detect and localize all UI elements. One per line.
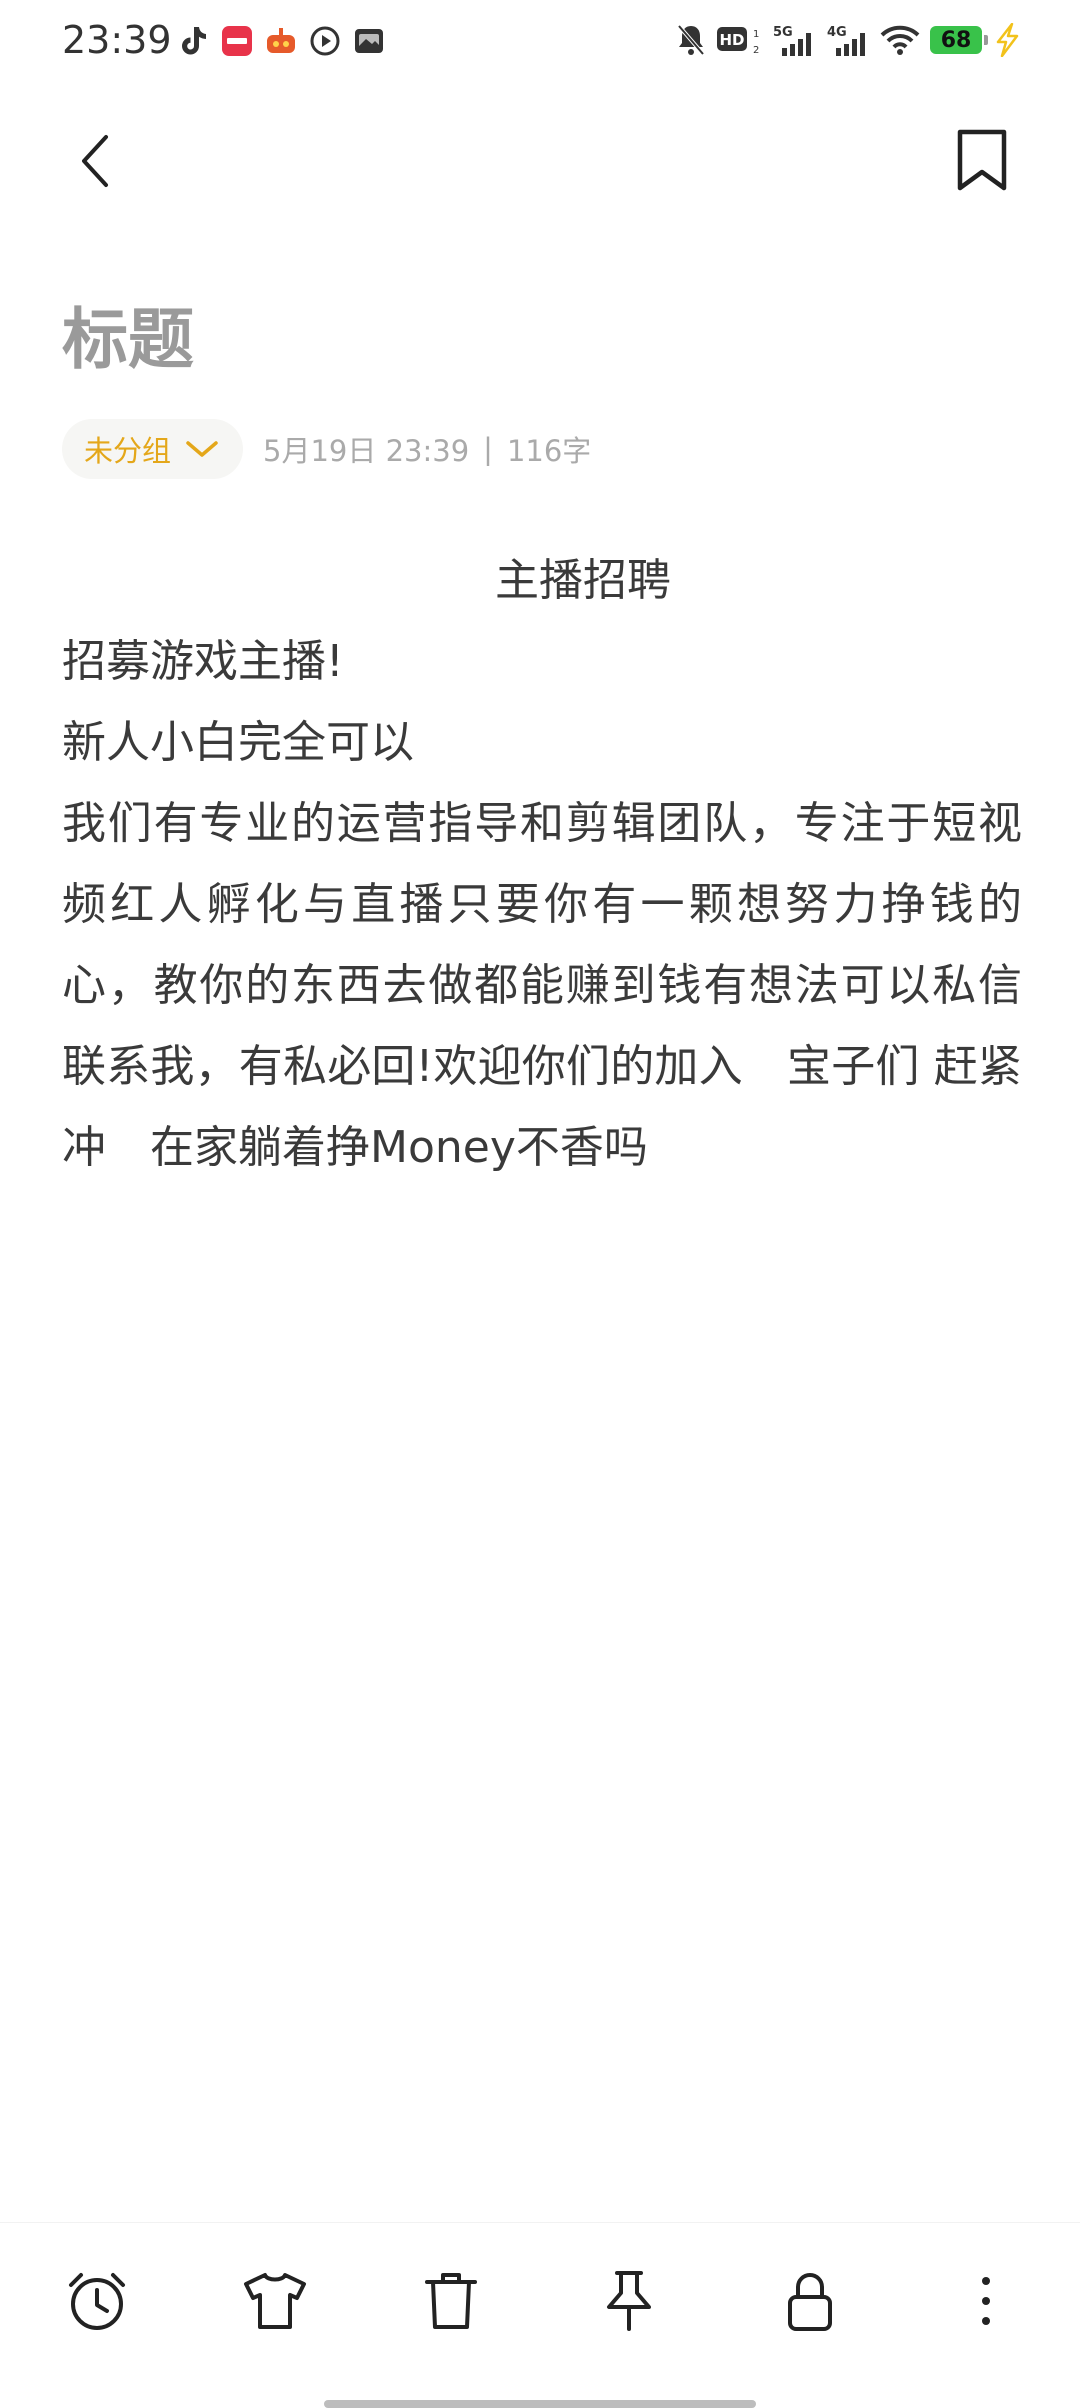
svg-text:2: 2 [753, 45, 759, 56]
svg-text:5G: 5G [773, 25, 793, 40]
top-bar [0, 100, 1080, 220]
gallery-app-icon [352, 24, 386, 58]
note-meta: 未分组 5月19日 23:39 | 116字 [62, 418, 591, 480]
status-time: 23:39 [62, 18, 172, 62]
delete-button[interactable] [415, 2265, 487, 2337]
mute-bell-icon [676, 22, 706, 58]
tiktok-icon [176, 24, 210, 58]
svg-text:HD: HD [719, 31, 744, 49]
note-date: 5月19日 23:39 [263, 434, 470, 468]
more-button[interactable] [950, 2265, 1022, 2337]
signal-5g-icon: 5G [772, 22, 816, 58]
trash-icon [425, 2273, 477, 2329]
home-indicator[interactable] [324, 2400, 756, 2408]
xiaohongshu-app-icon [220, 24, 254, 58]
battery-level: 68 [930, 26, 988, 54]
note-line-2: 新人小白完全可以 [62, 717, 414, 768]
pin-icon [607, 2271, 651, 2331]
note-paragraph: 我们有专业的运营指导和剪辑团队，专注于短视频红人孵化与直播只要你有一颗想努力挣钱… [62, 798, 1022, 1173]
lock-button[interactable] [774, 2265, 846, 2337]
more-vertical-icon [982, 2277, 990, 2325]
status-bar: 23:39 HD 1 2 5G 4G 68 [0, 0, 1080, 90]
svg-text:1: 1 [753, 29, 759, 40]
tshirt-icon [244, 2273, 306, 2329]
meta-separator: | [483, 432, 493, 466]
group-selector[interactable]: 未分组 [62, 419, 244, 479]
bookmark-button[interactable] [944, 122, 1020, 198]
chevron-down-icon [186, 441, 218, 457]
back-button[interactable] [60, 125, 132, 197]
note-info: 5月19日 23:39 | 116字 [263, 428, 591, 470]
charging-icon [992, 22, 1022, 58]
wifi-icon [880, 22, 920, 58]
reminder-button[interactable] [61, 2265, 133, 2337]
svg-text:4G: 4G [827, 25, 847, 40]
chevron-left-icon [82, 135, 108, 187]
lock-icon [788, 2273, 832, 2331]
status-system-icons: HD 1 2 5G 4G 68 [676, 22, 1022, 58]
hd-voice-icon: HD 1 2 [716, 22, 762, 58]
note-editor[interactable]: 主播招聘 招募游戏主播! 新人小白完全可以 我们有专业的运营指导和剪辑团队，专注… [62, 540, 1022, 1188]
status-notification-icons [176, 24, 386, 58]
game-app-icon [264, 24, 298, 58]
theme-button[interactable] [239, 2265, 311, 2337]
group-label: 未分组 [84, 434, 172, 468]
bookmark-icon [957, 129, 1007, 191]
bottom-toolbar [0, 2222, 1080, 2373]
title-input[interactable]: 标题 [62, 300, 194, 379]
video-play-icon [308, 24, 342, 58]
alarm-clock-icon [69, 2273, 125, 2330]
pin-button[interactable] [593, 2265, 665, 2337]
char-count: 116字 [506, 434, 592, 468]
note-line-1: 招募游戏主播! [62, 636, 344, 687]
signal-4g-icon: 4G [826, 22, 870, 58]
note-heading: 主播招聘 [495, 555, 671, 606]
battery-icon: 68 [930, 22, 988, 58]
